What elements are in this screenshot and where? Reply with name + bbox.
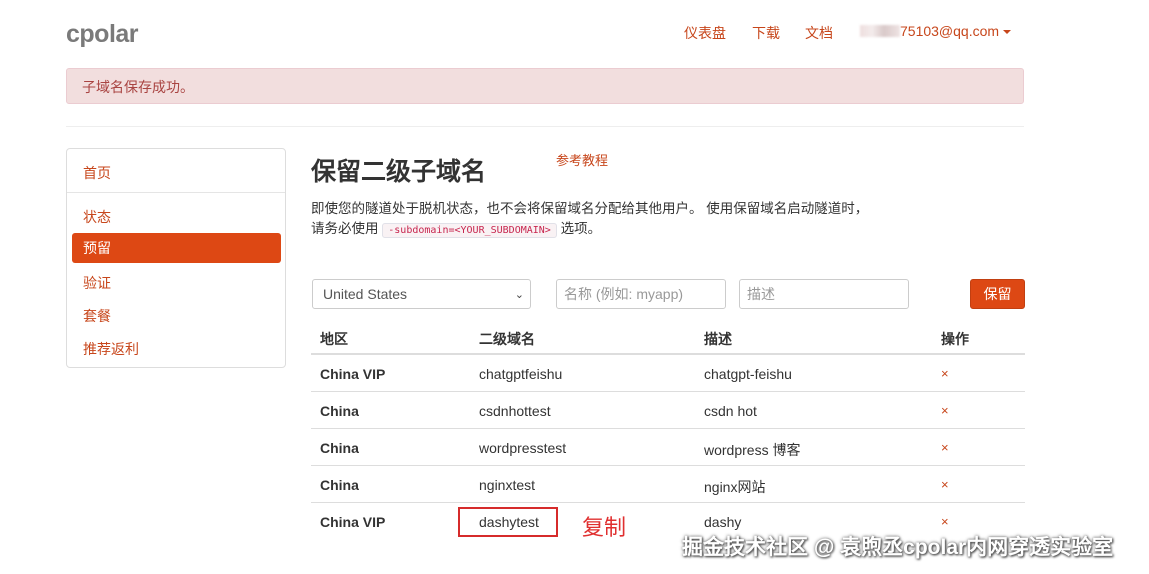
row-description: nginx网站 (704, 479, 766, 495)
table-header: 地区 二级域名 描述 操作 (311, 318, 1025, 355)
sidebar-item-verify[interactable]: 验证 (83, 273, 111, 293)
row-region: China (320, 403, 359, 419)
copy-annotation: 复制 (582, 515, 627, 540)
header-region: 地区 (320, 331, 348, 347)
user-menu[interactable]: 75103@qq.com (860, 23, 1012, 39)
table-row: China nginxtest nginx网站 × (311, 466, 1025, 503)
delete-icon[interactable]: × (941, 366, 949, 381)
row-description: wordpress 博客 (704, 442, 801, 458)
watermark: 掘金技术社区 @ 袁煦丞cpolar内网穿透实验室 (682, 536, 1114, 559)
table-row: China VIP chatgptfeishu chatgpt-feishu × (311, 355, 1025, 392)
delete-icon[interactable]: × (941, 403, 949, 418)
row-region: China (320, 477, 359, 493)
row-subdomain: wordpresstest (479, 440, 567, 456)
delete-icon[interactable]: × (941, 514, 949, 529)
page-description: 即使您的隧道处于脱机状态，也不会将保留域名分配给其他用户。 使用保留域名启动隧道… (311, 199, 871, 241)
row-description: chatgpt-feishu (704, 366, 792, 382)
divider (66, 126, 1024, 127)
sidebar-item-home[interactable]: 首页 (83, 163, 111, 183)
delete-icon[interactable]: × (941, 477, 949, 492)
logo[interactable]: cpolar (66, 20, 139, 49)
region-select[interactable]: United States ⌄ (312, 279, 531, 309)
redacted-email-prefix (860, 25, 900, 37)
row-subdomain: chatgptfeishu (479, 366, 563, 382)
nav-docs[interactable]: 文档 (805, 23, 833, 43)
table-row: China csdnhottest csdn hot × (311, 392, 1025, 429)
description-input[interactable] (739, 279, 909, 309)
delete-icon[interactable]: × (941, 440, 949, 455)
caret-down-icon (1003, 30, 1012, 34)
sidebar: 首页 状态 预留 验证 套餐 推荐返利 (66, 148, 286, 368)
subdomain-name-input[interactable] (556, 279, 726, 309)
row-region: China VIP (320, 514, 386, 530)
reserve-button[interactable]: 保留 (970, 279, 1025, 309)
row-description: csdn hot (704, 403, 757, 419)
subdomain-code: -subdomain=<YOUR_SUBDOMAIN> (382, 223, 557, 238)
row-region: China VIP (320, 366, 386, 382)
row-region: China (320, 440, 359, 456)
row-description: dashy (704, 514, 742, 530)
chevron-down-icon: ⌄ (514, 289, 524, 301)
sidebar-item-referral[interactable]: 推荐返利 (83, 339, 139, 359)
region-select-value: United States (323, 286, 408, 302)
header-description: 描述 (704, 331, 732, 347)
user-email: 75103@qq.com (900, 23, 1000, 39)
sidebar-item-plan[interactable]: 套餐 (83, 306, 111, 326)
header-action: 操作 (941, 331, 969, 347)
page-title: 保留二级子域名 (311, 158, 487, 186)
row-subdomain: csdnhottest (479, 403, 551, 419)
nav-download[interactable]: 下载 (752, 23, 780, 43)
sidebar-item-reserved[interactable]: 预留 (72, 233, 281, 263)
sidebar-item-status[interactable]: 状态 (83, 207, 111, 227)
reference-tutorial-link[interactable]: 参考教程 (556, 150, 608, 169)
success-alert: 子域名保存成功。 (66, 68, 1024, 104)
row-subdomain: nginxtest (479, 477, 536, 493)
nav-dashboard[interactable]: 仪表盘 (684, 23, 726, 43)
header-subdomain: 二级域名 (479, 331, 535, 347)
annotation-highlight-box (458, 507, 558, 537)
table-row: China wordpresstest wordpress 博客 × (311, 429, 1025, 466)
sidebar-divider (67, 192, 285, 193)
desc-text-end: 选项。 (560, 221, 602, 236)
